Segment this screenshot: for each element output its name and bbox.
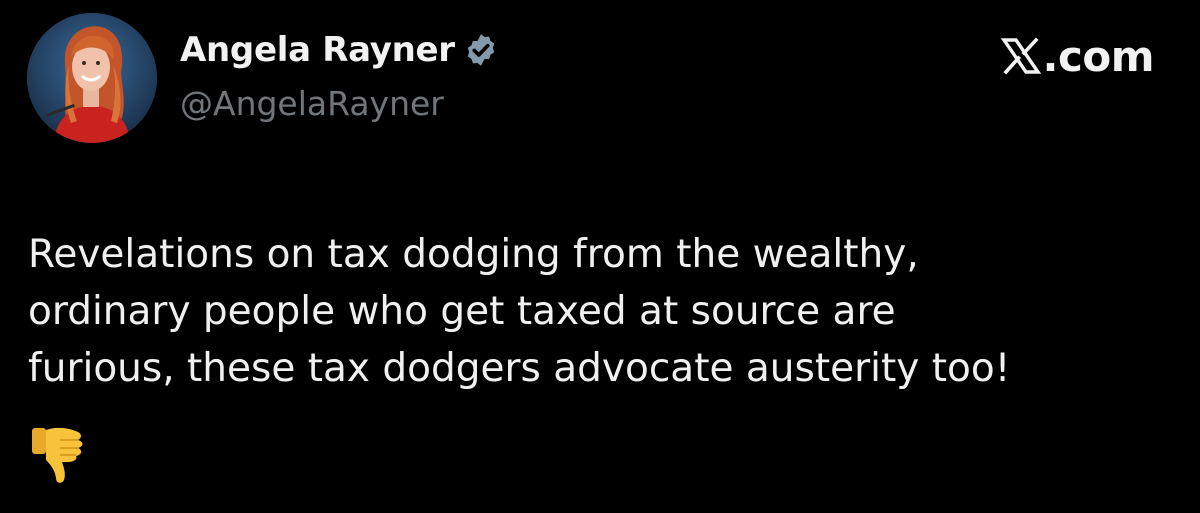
brand-text: .com	[1042, 31, 1155, 81]
tweet-line: Revelations on tax dodging from the weal…	[28, 232, 919, 277]
tweet-line: furious, these tax dodgers advocate aust…	[28, 346, 1011, 391]
tweet-text: Revelations on tax dodging from the weal…	[28, 226, 1178, 397]
brand-watermark: .com	[1000, 30, 1155, 82]
author-handle[interactable]: @AngelaRayner	[180, 84, 444, 123]
avatar[interactable]	[27, 13, 157, 143]
verified-badge-icon	[467, 34, 494, 66]
tweet-card: Angela Rayner @AngelaRayner .com Revelat…	[0, 0, 1200, 513]
tweet-line: ordinary people who get taxed at source …	[28, 289, 896, 334]
profile-photo-icon	[27, 13, 157, 143]
x-logo-icon	[1000, 37, 1041, 75]
author-name-row: Angela Rayner	[180, 26, 499, 74]
author-display-name[interactable]: Angela Rayner	[180, 30, 455, 70]
thumbs-down-emoji-icon	[32, 427, 83, 483]
